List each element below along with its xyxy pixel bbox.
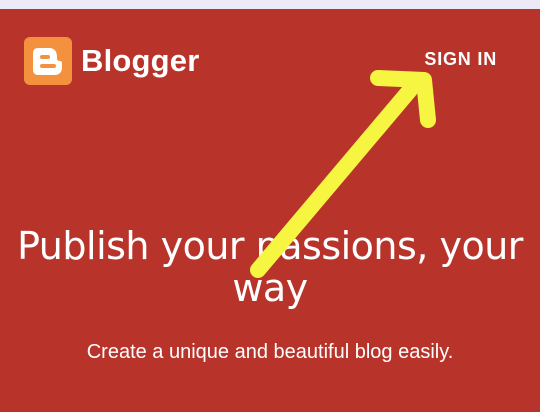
brand-header[interactable]: Blogger: [24, 37, 200, 85]
hero-headline: Publish your passions, your way: [0, 225, 540, 309]
hero-headline-line2: way: [232, 266, 308, 310]
brand-name: Blogger: [81, 43, 200, 78]
hero-subheadline: Create a unique and beautiful blog easil…: [86, 341, 454, 363]
blogger-landing-page: Blogger SIGN IN Publish your passions, y…: [0, 9, 540, 412]
status-strip: [0, 0, 540, 9]
hero-headline-line1: Publish your passions, your: [17, 224, 523, 268]
sign-in-button[interactable]: SIGN IN: [424, 49, 497, 70]
blogger-logo-icon: [24, 37, 72, 85]
